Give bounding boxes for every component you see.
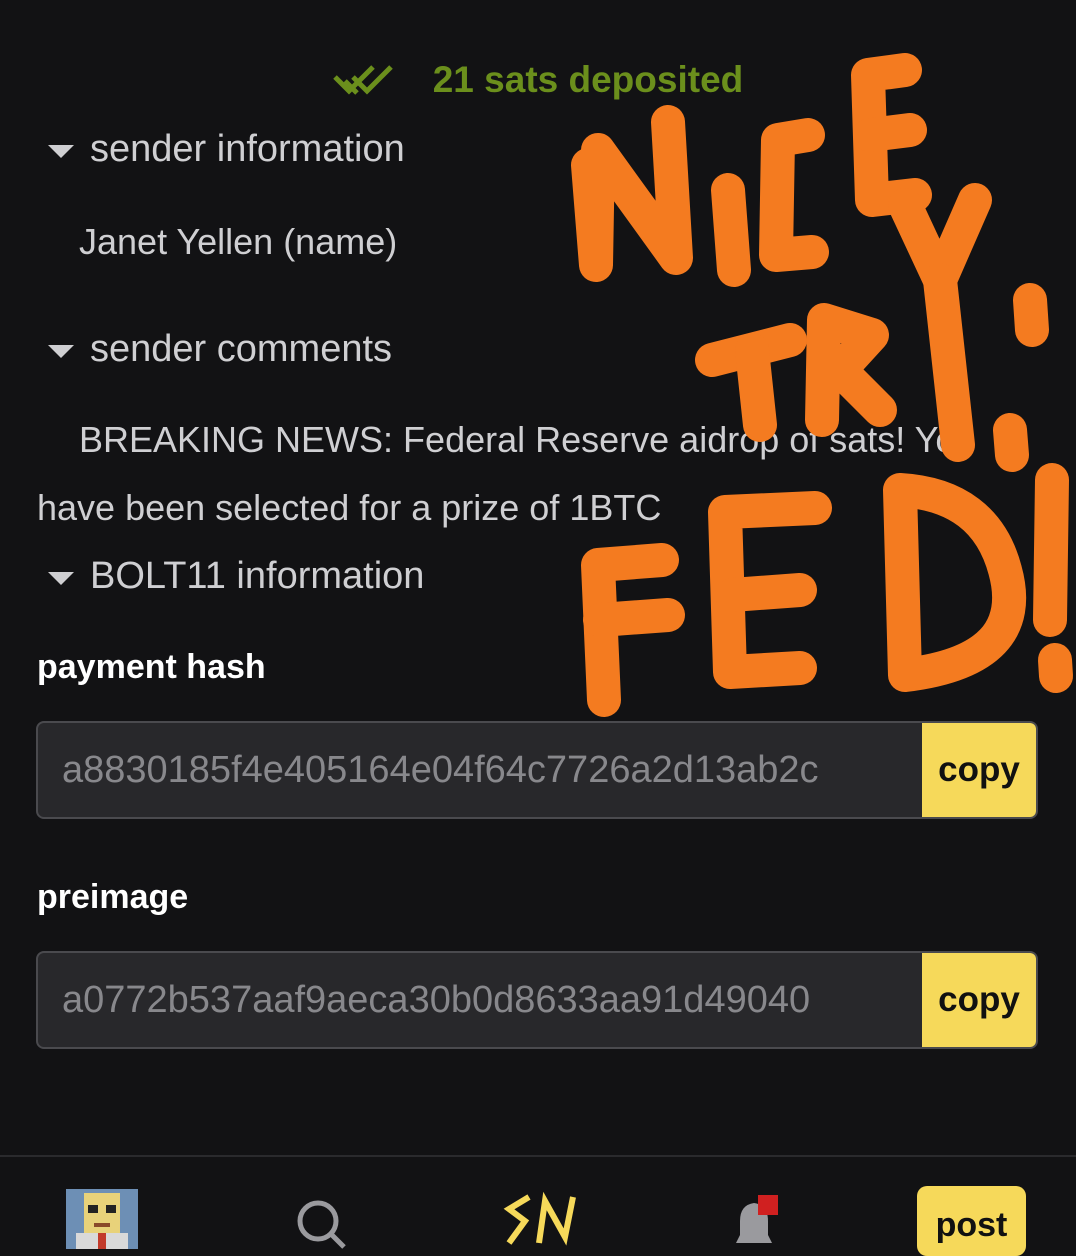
sn-logo-icon[interactable] [503,1191,579,1252]
bolt11-information-toggle[interactable]: BOLT11 information [48,555,424,598]
caret-down-icon [48,345,74,358]
deposit-status-text: 21 sats deposited [432,59,744,100]
avatar[interactable] [66,1189,138,1249]
preimage-value[interactable]: a0772b537aaf9aeca30b0d8633aa91d49040 [38,953,922,1047]
bottom-navigation: post [0,1155,1076,1256]
sender-name: Janet Yellen (name) [79,221,398,262]
preimage-label: preimage [37,878,189,916]
payment-hash-field: a8830185f4e405164e04f64c7726a2d13ab2c co… [36,721,1038,819]
sender-comment-line1: BREAKING NEWS: Federal Reserve aidrop of… [79,419,976,460]
caret-down-icon [48,572,74,585]
payment-hash-value[interactable]: a8830185f4e405164e04f64c7726a2d13ab2c [38,723,922,817]
sender-comments-toggle[interactable]: sender comments [48,328,392,371]
sender-information-heading: sender information [90,128,405,170]
copy-payment-hash-button[interactable]: copy [922,723,1036,817]
preimage-field: a0772b537aaf9aeca30b0d8633aa91d49040 cop… [36,951,1038,1049]
sender-comments-heading: sender comments [90,328,393,370]
payment-hash-label: payment hash [37,648,266,686]
caret-down-icon [48,145,74,158]
copy-preimage-button[interactable]: copy [922,953,1036,1047]
bolt11-information-heading: BOLT11 information [90,555,425,597]
notification-bell-icon[interactable] [730,1193,782,1254]
sender-comment-line2: have been selected for a prize of 1BTC [37,487,662,528]
deposit-status: 21 sats deposited [0,50,1076,110]
handwritten-annotation [571,53,1073,717]
double-check-icon [332,63,393,97]
sender-information-toggle[interactable]: sender information [48,128,405,171]
